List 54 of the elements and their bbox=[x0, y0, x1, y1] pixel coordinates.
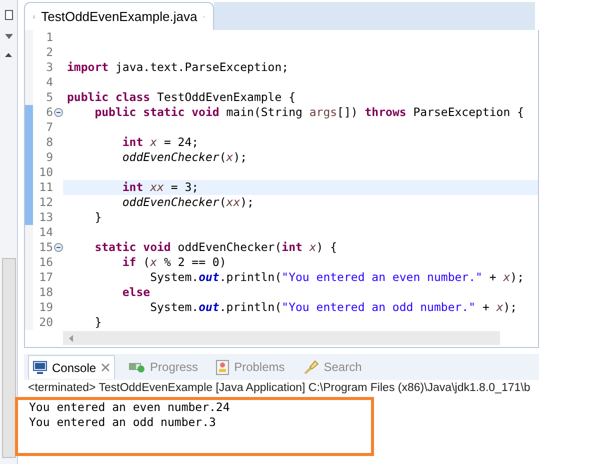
line-number: 5 bbox=[45, 90, 53, 105]
line-number: 19 bbox=[38, 300, 53, 315]
line-number: 16 bbox=[38, 255, 53, 270]
line-number: 7 bbox=[45, 120, 53, 135]
code-line: System.out.println("You entered an even number." + x); bbox=[149, 270, 524, 284]
collapse-icon[interactable] bbox=[54, 108, 62, 117]
line-number: 6 bbox=[45, 105, 53, 120]
line-number: 8 bbox=[45, 135, 53, 150]
line-number: 9 bbox=[45, 150, 53, 165]
close-icon[interactable] bbox=[101, 363, 110, 372]
line-number: 3 bbox=[45, 60, 53, 75]
code-line: int x = 24; bbox=[121, 135, 199, 149]
line-number: 4 bbox=[45, 75, 53, 90]
monitor-icon bbox=[33, 361, 47, 374]
collapse-icon[interactable] bbox=[54, 243, 62, 252]
line-number: 15 bbox=[38, 240, 53, 255]
code-line: else bbox=[121, 285, 150, 299]
line-number: 18 bbox=[38, 285, 53, 300]
line-number: 13 bbox=[38, 210, 53, 225]
code-line: } bbox=[94, 315, 102, 329]
progress-icon bbox=[129, 361, 146, 373]
scroll-up-icon[interactable] bbox=[5, 53, 12, 57]
scrollbar-thumb[interactable] bbox=[2, 258, 16, 458]
code-line: oddEvenChecker(x); bbox=[121, 150, 248, 164]
console-view-tab[interactable]: Console bbox=[28, 355, 116, 379]
editor-tab[interactable]: TestOddEvenExample.java bbox=[24, 2, 214, 30]
console-output-line: You entered an even number.24 bbox=[29, 400, 231, 415]
problems-icon bbox=[216, 360, 230, 374]
code-line: System.out.println("You entered an odd number." + x); bbox=[149, 300, 518, 314]
code-line: public static void main(String args[]) throws ParseException { bbox=[94, 105, 524, 119]
dropdown-icon[interactable] bbox=[4, 34, 12, 39]
line-number: 12 bbox=[38, 195, 53, 210]
console-view-tab[interactable]: Progress bbox=[125, 355, 202, 379]
code-line: import java.text.ParseException; bbox=[67, 60, 289, 74]
line-number: 11 bbox=[38, 180, 53, 195]
horizontal-scrollbar[interactable] bbox=[63, 331, 500, 345]
console-view-tab[interactable]: Search bbox=[298, 355, 366, 379]
line-number: 14 bbox=[38, 225, 53, 240]
code-line: public class TestOddEvenExample { bbox=[67, 90, 296, 104]
line-number: 10 bbox=[38, 165, 53, 180]
flashlight-icon bbox=[302, 360, 319, 374]
window-icon[interactable] bbox=[4, 10, 12, 20]
line-number: 2 bbox=[45, 45, 53, 60]
code-line: } bbox=[94, 210, 102, 224]
code-line: int xx = 3; bbox=[121, 180, 199, 194]
console-status-line: <terminated> TestOddEvenExample [Java Application] C:\Program Files (x86)\Java\jdk1.8.0_171\b bbox=[27, 381, 532, 396]
code-line: if (x % 2 == 0) bbox=[121, 255, 226, 269]
console-view-tab[interactable]: Problems bbox=[212, 355, 289, 379]
code-line: static void oddEvenChecker(int x) { bbox=[94, 240, 338, 254]
console-output-line: You entered an odd number.3 bbox=[29, 415, 217, 430]
line-number: 1 bbox=[45, 30, 53, 45]
code-line: oddEvenChecker(xx); bbox=[121, 195, 254, 209]
line-number: 20 bbox=[38, 315, 53, 330]
line-number: 17 bbox=[38, 270, 53, 285]
